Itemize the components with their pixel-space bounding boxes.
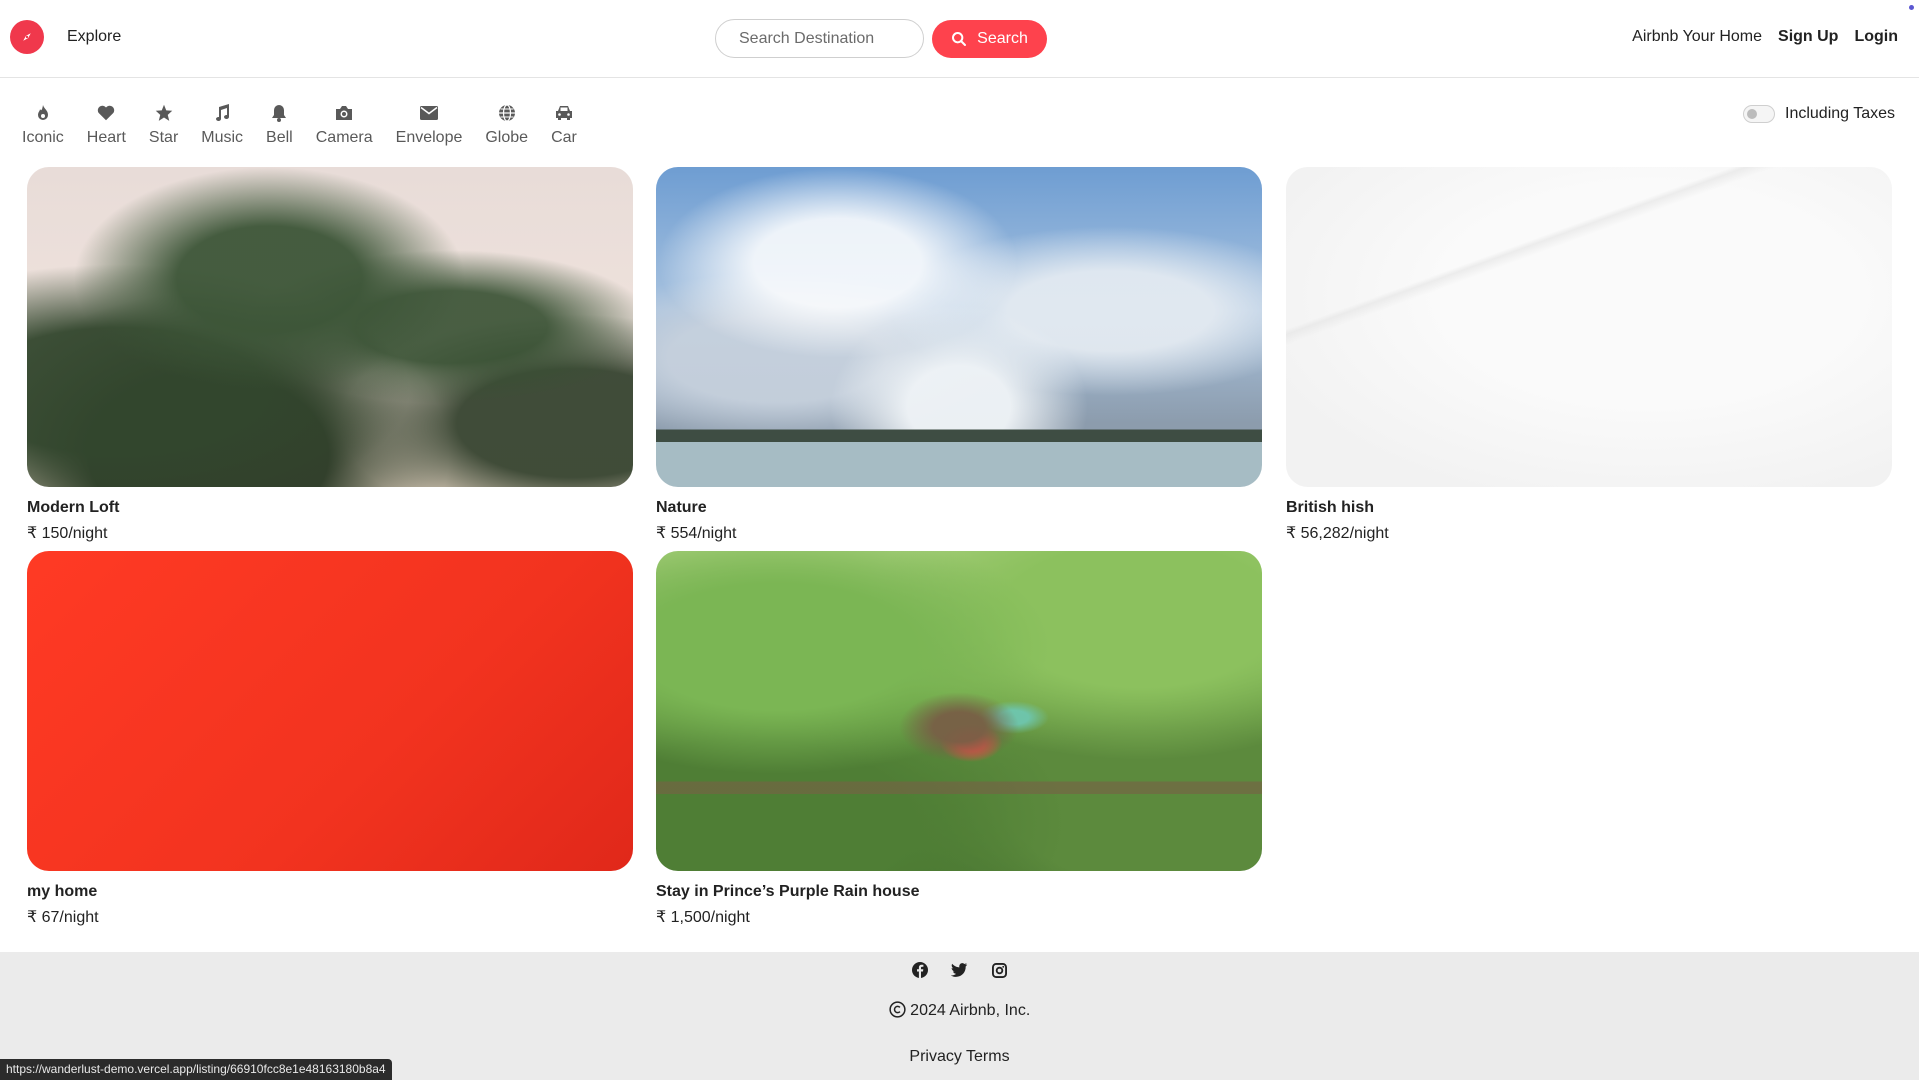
filter-bell[interactable]: Bell — [266, 103, 293, 147]
tax-switch[interactable] — [1743, 105, 1775, 123]
tax-toggle-label: Including Taxes — [1785, 105, 1895, 122]
listing-image[interactable] — [656, 551, 1262, 871]
notification-dot — [1909, 5, 1914, 10]
listing-image[interactable] — [27, 551, 633, 871]
listing-title: Nature — [656, 499, 707, 516]
filter-label: Iconic — [22, 129, 64, 146]
envelope-icon — [419, 103, 439, 123]
facebook-icon[interactable] — [911, 961, 929, 979]
fire-icon — [33, 103, 53, 123]
search-input[interactable] — [715, 19, 924, 58]
filter-label: Car — [551, 129, 577, 146]
listing-price: ₹ 554/night — [656, 525, 737, 542]
copyright-text: 2024 Airbnb, Inc. — [910, 1002, 1031, 1019]
filter-label: Music — [201, 129, 244, 146]
listing-card[interactable]: Modern Loft ₹ 150/night — [27, 167, 633, 543]
search-button[interactable]: Search — [932, 20, 1047, 58]
listing-image[interactable] — [27, 167, 633, 487]
camera-icon — [334, 103, 354, 123]
filter-globe[interactable]: Globe — [485, 103, 528, 147]
listing-title: my home — [27, 883, 98, 900]
listing-card[interactable]: British hish ₹ 56,282/night — [1286, 167, 1892, 543]
listing-title: British hish — [1286, 499, 1375, 516]
car-icon — [554, 103, 574, 123]
filter-camera[interactable]: Camera — [316, 103, 373, 147]
filter-label: Star — [148, 129, 179, 146]
heart-icon — [96, 103, 116, 123]
copyright: 2024 Airbnb, Inc. — [0, 1001, 1919, 1020]
listing-card[interactable]: Stay in Prince’s Purple Rain house ₹ 1,5… — [656, 551, 1262, 927]
listing-price: ₹ 67/night — [27, 909, 99, 926]
navbar: Explore Search Airbnb Your Home Sign Up … — [0, 0, 1919, 78]
nav-links: Airbnb Your Home Sign Up Login — [1632, 28, 1898, 46]
listing-card[interactable]: Nature ₹ 554/night — [656, 167, 1262, 543]
listing-image[interactable] — [1286, 167, 1892, 487]
social-links — [911, 961, 1009, 979]
filter-label: Envelope — [395, 129, 463, 146]
filter-label: Camera — [315, 129, 373, 146]
listing-image[interactable] — [656, 167, 1262, 487]
filter-envelope[interactable]: Envelope — [395, 103, 463, 147]
listing-price: ₹ 150/night — [27, 525, 108, 542]
filter-star[interactable]: Star — [149, 103, 178, 147]
listing-title: Stay in Prince’s Purple Rain house — [656, 883, 920, 900]
listing-price: ₹ 56,282/night — [1286, 525, 1389, 542]
listing-card[interactable]: my home ₹ 67/night — [27, 551, 633, 927]
globe-icon — [497, 103, 517, 123]
copyright-icon — [889, 1001, 910, 1019]
explore-link[interactable]: Explore — [67, 28, 121, 46]
bell-icon — [269, 103, 289, 123]
compass-logo-icon[interactable] — [10, 20, 44, 54]
listing-title: Modern Loft — [27, 499, 120, 516]
filter-bar: Iconic Heart Star Music Bell Camera Enve… — [22, 103, 600, 147]
filter-iconic[interactable]: Iconic — [22, 103, 64, 147]
filter-label: Globe — [485, 129, 529, 146]
login-link[interactable]: Login — [1854, 28, 1898, 46]
filter-label: Heart — [86, 129, 126, 146]
instagram-icon[interactable] — [991, 961, 1009, 979]
search-button-label: Search — [977, 30, 1028, 47]
privacy-terms-link[interactable]: Privacy Terms — [909, 1048, 1009, 1065]
music-icon — [212, 103, 232, 123]
listing-price: ₹ 1,500/night — [656, 909, 750, 926]
twitter-icon[interactable] — [951, 961, 969, 979]
sign-up-link[interactable]: Sign Up — [1778, 28, 1838, 46]
filter-label: Bell — [266, 129, 293, 146]
filter-music[interactable]: Music — [201, 103, 243, 147]
airbnb-your-home-link[interactable]: Airbnb Your Home — [1632, 28, 1762, 46]
filter-car[interactable]: Car — [551, 103, 577, 147]
status-bar-url: https://wanderlust-demo.vercel.app/listi… — [0, 1059, 392, 1080]
filter-heart[interactable]: Heart — [87, 103, 126, 147]
tax-toggle: Including Taxes — [1743, 105, 1895, 123]
search-icon — [952, 32, 967, 46]
star-icon — [154, 103, 174, 123]
